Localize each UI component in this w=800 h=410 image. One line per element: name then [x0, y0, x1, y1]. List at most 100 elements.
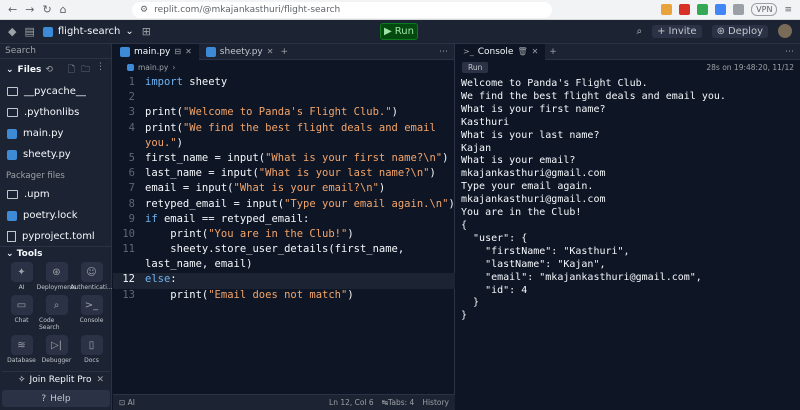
- tool-docs[interactable]: ▯ Docs: [74, 335, 109, 364]
- file-item-pyproject[interactable]: pyproject.toml: [0, 226, 111, 247]
- code-token: sheety: [182, 76, 228, 88]
- tab-label: sheety.py: [219, 46, 263, 57]
- extension-icon[interactable]: [715, 4, 727, 15]
- line-number: 8: [128, 197, 135, 210]
- back-icon[interactable]: ←: [8, 3, 17, 16]
- trash-icon[interactable]: 🗑: [517, 47, 527, 56]
- extension-icon[interactable]: [661, 4, 673, 15]
- help-icon: ?: [41, 393, 47, 404]
- close-icon[interactable]: ✕: [532, 47, 539, 56]
- file-item-poetry-lock[interactable]: poetry.lock: [0, 205, 111, 226]
- ai-label: AI: [127, 398, 136, 407]
- string-literal: "What is your email?\n": [233, 182, 379, 195]
- extension-icon[interactable]: [733, 4, 745, 15]
- replit-logo-icon[interactable]: ◆: [8, 25, 16, 38]
- more-icon[interactable]: ⋯: [439, 47, 448, 57]
- address-bar[interactable]: ⚙ replit.com/@mkajankasthuri/flight-sear…: [132, 1, 552, 18]
- more-icon[interactable]: ⋮: [96, 62, 105, 78]
- code-text: else:: [139, 273, 177, 285]
- code-area[interactable]: 1 import sheety 2 3 print("Welcome to Pand…: [113, 76, 455, 304]
- file-item-upm[interactable]: .upm: [0, 184, 111, 205]
- code-text: print("Welcome to Panda's Flight Club."): [139, 106, 398, 118]
- tool-chat[interactable]: ▭ Chat: [4, 295, 39, 331]
- url-text: replit.com/@mkajankasthuri/flight-search: [154, 4, 341, 15]
- tool-database[interactable]: ≋ Database: [4, 335, 39, 364]
- code-token: ): [378, 182, 386, 195]
- tool-label: Docs: [84, 357, 99, 364]
- tab-main-py[interactable]: main.py ⊟ ✕: [113, 43, 199, 60]
- history-icon[interactable]: ⟲: [45, 65, 53, 75]
- invite-button[interactable]: + Invite: [652, 24, 702, 38]
- tab-label: Console: [477, 46, 514, 57]
- new-file-icon[interactable]: 🗋: [68, 62, 75, 78]
- tool-label: Chat: [14, 317, 29, 324]
- search-input[interactable]: Search: [0, 44, 111, 59]
- home-icon[interactable]: ⌂: [60, 3, 67, 16]
- file-item-pycache[interactable]: __pycache__: [0, 81, 111, 102]
- deploy-button[interactable]: ⊛ Deploy: [711, 24, 768, 38]
- breadcrumb-file[interactable]: main.py: [138, 63, 168, 72]
- search-icon[interactable]: ⌕: [637, 26, 643, 37]
- project-selector[interactable]: flight-search ⌄: [42, 26, 134, 37]
- file-item-pythonlibs[interactable]: .pythonlibs: [0, 102, 111, 123]
- extension-icon[interactable]: [697, 4, 709, 15]
- tool-deployments[interactable]: ⊛ Deployments: [37, 262, 76, 291]
- file-name: .pythonlibs: [24, 107, 80, 118]
- code-line-wrap: you."): [113, 137, 455, 152]
- line-number: 11: [122, 243, 135, 256]
- forward-icon[interactable]: →: [25, 3, 34, 16]
- string-literal: "Type your email again.\n": [284, 197, 449, 210]
- avatar[interactable]: [778, 24, 792, 38]
- python-icon: [127, 63, 134, 71]
- tool-code-search[interactable]: ⌕ Code Search: [39, 295, 74, 331]
- tab-sheety-py[interactable]: sheety.py ✕: [199, 44, 281, 60]
- deployments-icon: ⊛: [45, 262, 68, 282]
- code-text: retyped_email = input("Type your email a…: [139, 198, 455, 210]
- console-output[interactable]: Welcome to Panda's Flight Club. We find …: [461, 78, 797, 323]
- run-button[interactable]: ▶ Run: [380, 23, 418, 40]
- split-icon[interactable]: ⊟: [174, 47, 181, 56]
- indent-setting[interactable]: ↹Tabs: 4: [382, 398, 415, 407]
- close-icon[interactable]: ✕: [96, 375, 104, 385]
- more-icon[interactable]: ⋯: [785, 47, 794, 57]
- code-token: print(: [170, 288, 209, 301]
- tool-ai[interactable]: ✦ AI: [4, 262, 39, 291]
- layout-icon[interactable]: ⊞: [142, 25, 151, 38]
- file-item-main-py[interactable]: main.py: [0, 123, 111, 144]
- close-icon[interactable]: ✕: [267, 47, 274, 56]
- history-button[interactable]: History: [422, 398, 449, 407]
- sidebar-toggle-icon[interactable]: ▤: [24, 25, 34, 38]
- terminal-icon: >_: [80, 295, 103, 315]
- cursor-position[interactable]: Ln 12, Col 6: [329, 398, 374, 407]
- ai-toggle[interactable]: ⊡ AI: [119, 398, 135, 407]
- browser-toolbar: ← → ↻ ⌂ ⚙ replit.com/@mkajankasthuri/fli…: [0, 0, 800, 20]
- tool-debugger[interactable]: ▷| Debugger: [39, 335, 74, 364]
- code-text: print("Email does not match"): [139, 288, 353, 301]
- tool-console[interactable]: >_ Console: [74, 295, 109, 331]
- chevron-down-icon[interactable]: ⌄: [6, 65, 14, 75]
- site-info-icon[interactable]: ⚙: [140, 5, 148, 15]
- add-tab-icon[interactable]: +: [280, 47, 288, 57]
- line-number: 13: [122, 288, 135, 301]
- close-icon[interactable]: ✕: [185, 47, 192, 56]
- join-pro-banner[interactable]: ✧ Join Replit Pro ✕: [2, 371, 110, 387]
- help-button[interactable]: ? Help: [2, 390, 110, 407]
- vpn-button[interactable]: VPN: [751, 3, 778, 16]
- code-text: email = input("What is your email?\n"): [139, 182, 385, 194]
- code-text: import sheety: [139, 76, 227, 88]
- user-icon: ☺: [80, 262, 103, 282]
- ai-icon: ✦: [10, 262, 33, 282]
- chevron-down-icon[interactable]: ⌄: [6, 249, 14, 259]
- tools-header: ⌄ Tools: [0, 246, 112, 261]
- add-tab-icon[interactable]: +: [545, 47, 557, 57]
- menu-icon[interactable]: ≡: [784, 5, 792, 15]
- file-item-sheety-py[interactable]: sheety.py: [0, 144, 111, 165]
- tool-authentication[interactable]: ☺ Authenticati...: [70, 262, 113, 291]
- indent-label: Tabs: 4: [388, 398, 415, 407]
- new-folder-icon[interactable]: 🗀: [81, 62, 90, 78]
- tab-console[interactable]: >_ Console 🗑 ✕: [456, 43, 546, 60]
- extension-icon[interactable]: [679, 4, 691, 15]
- pro-icon: ✧: [18, 374, 26, 385]
- console-run-button[interactable]: Run: [462, 62, 489, 73]
- reload-icon[interactable]: ↻: [42, 3, 51, 16]
